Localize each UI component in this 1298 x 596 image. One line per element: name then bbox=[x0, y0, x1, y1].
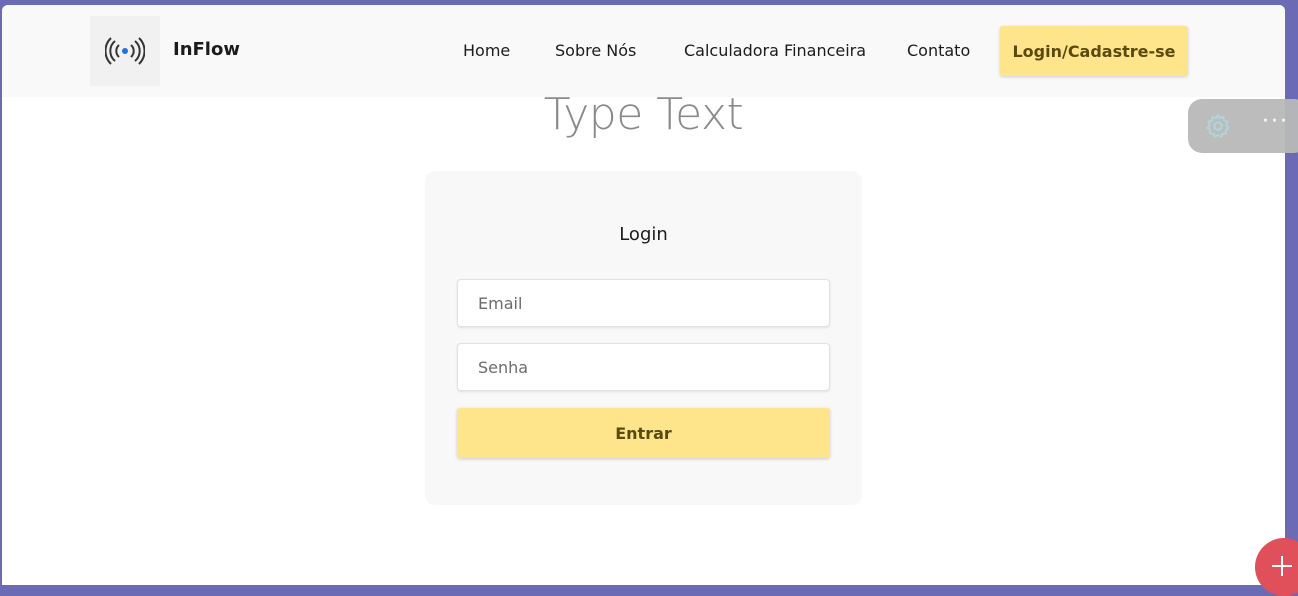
email-field[interactable] bbox=[457, 279, 830, 327]
submit-button[interactable]: Entrar bbox=[457, 408, 830, 458]
logo[interactable] bbox=[90, 16, 160, 86]
nav-link-calculadora-financeira[interactable]: Calculadora Financeira bbox=[684, 41, 866, 60]
add-button[interactable] bbox=[1255, 538, 1298, 596]
login-card: Login Entrar bbox=[425, 171, 862, 505]
login-title: Login bbox=[619, 224, 668, 245]
nav-link-home[interactable]: Home bbox=[463, 41, 510, 60]
password-field[interactable] bbox=[457, 343, 830, 391]
nav-link-sobre-nos[interactable]: Sobre Nós bbox=[555, 41, 636, 60]
more-options-icon[interactable]: ··· bbox=[1262, 109, 1289, 134]
broadcast-icon bbox=[105, 37, 145, 65]
navbar: InFlow Home Sobre Nós Calculadora Financ… bbox=[2, 5, 1285, 97]
plus-icon bbox=[1272, 556, 1292, 576]
browser-frame: InFlow Home Sobre Nós Calculadora Financ… bbox=[2, 5, 1285, 585]
gear-icon[interactable] bbox=[1204, 112, 1232, 140]
brand-name[interactable]: InFlow bbox=[173, 39, 240, 60]
floating-toolbar: ··· bbox=[1188, 99, 1298, 153]
login-signup-button[interactable]: Login/Cadastre-se bbox=[1000, 26, 1188, 76]
nav-link-contato[interactable]: Contato bbox=[907, 41, 970, 60]
hero-placeholder-text[interactable]: Type Text bbox=[2, 89, 1285, 140]
